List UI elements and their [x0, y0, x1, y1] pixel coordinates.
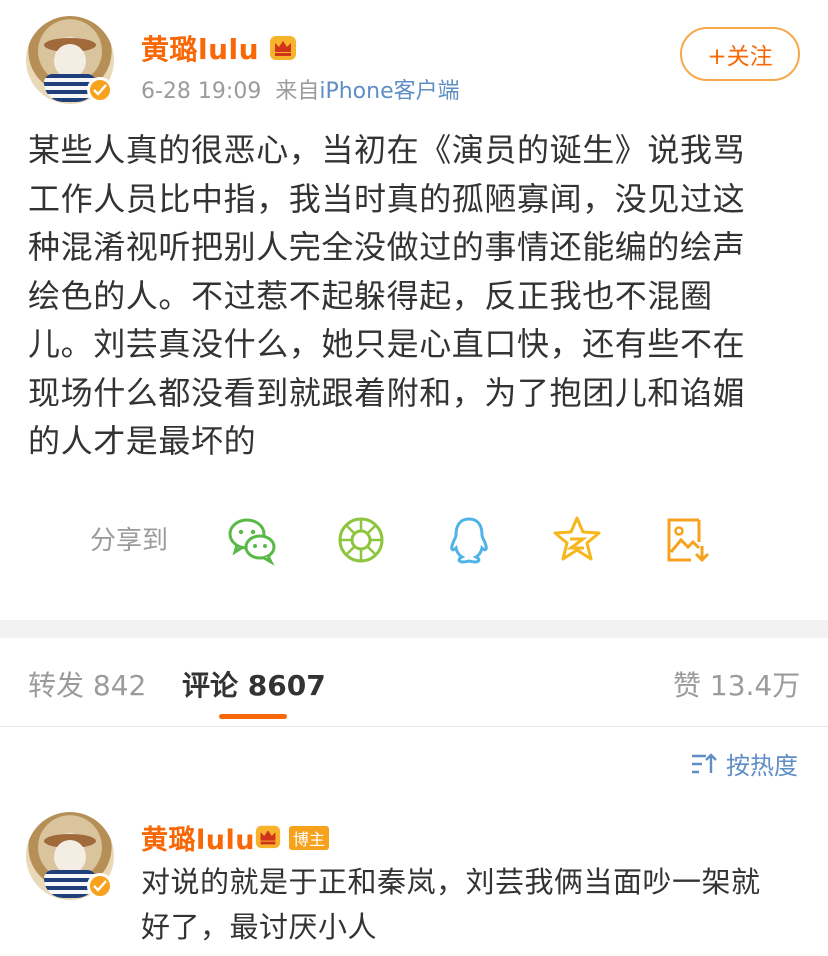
wechat-icon[interactable] — [226, 514, 278, 566]
tab-likes[interactable]: 赞 13.4万 — [673, 664, 800, 704]
post-time: 6-28 19:09 — [141, 79, 262, 104]
section-divider — [0, 620, 828, 638]
tab-comments[interactable]: 评论 8607 — [182, 664, 326, 704]
blogger-tag: 博主 — [289, 826, 330, 850]
follow-button[interactable]: +关注 — [680, 27, 800, 81]
comment-line: 好了，最讨厌小人 — [141, 910, 378, 944]
comment-text: 对说的就是于正和秦岚，刘芸我俩当面吵一架就 好了，最讨厌小人 — [141, 860, 801, 950]
tabs-divider — [0, 726, 828, 727]
post-text: 某些人真的很恶心，当初在《演员的诞生》说我骂 工作人员比中指，我当时真的孤陋寡闻… — [28, 126, 803, 466]
sort-by-hot-button[interactable]: 按热度 — [690, 746, 798, 781]
post-meta: 6-28 19:09 来自iPhone客户端 — [141, 73, 460, 105]
post-line: 的人才是最坏的 — [28, 422, 257, 460]
sort-icon — [692, 752, 717, 773]
comment-line: 对说的就是于正和秦岚，刘芸我俩当面吵一架就 — [141, 865, 761, 899]
save-image-icon[interactable] — [661, 514, 713, 566]
post-line: 绘色的人。不过惹不起躲得起，反正我也不混圈 — [28, 276, 713, 315]
post-line: 某些人真的很恶心，当初在《演员的诞生》说我骂 — [28, 131, 746, 169]
share-label: 分享到 — [90, 526, 169, 556]
tab-reposts[interactable]: 转发 842 — [28, 664, 146, 704]
weibo-post-page: 黄璐lulu 6-28 19:09 来自iPhone客户端 +关注 某些人真的很… — [0, 0, 828, 956]
post-line: 现场什么都没看到就跟着附和，为了抱团儿和谄媚 — [28, 373, 746, 412]
qzone-icon[interactable] — [551, 514, 603, 566]
vip-crown-icon — [270, 36, 296, 60]
source-prefix: 来自 — [275, 79, 320, 104]
comment-verified-badge-icon — [87, 873, 113, 899]
post-source-link[interactable]: iPhone客户端 — [319, 79, 459, 104]
moments-icon[interactable] — [335, 514, 387, 566]
comment-vip-crown-icon — [255, 825, 281, 849]
comment-username[interactable]: 黄璐lulu — [141, 818, 255, 857]
active-tab-indicator — [219, 714, 287, 719]
sort-label: 按热度 — [726, 752, 798, 780]
qq-icon[interactable] — [443, 514, 495, 566]
verified-badge-icon — [87, 77, 113, 103]
post-username[interactable]: 黄璐lulu — [141, 28, 259, 68]
post-line: 种混淆视听把别人完全没做过的事情还能编的绘声 — [28, 228, 746, 266]
post-line: 工作人员比中指，我当时真的孤陋寡闻，没见过这 — [28, 179, 746, 218]
post-line: 儿。刘芸真没什么，她只是心直口快，还有些不在 — [28, 325, 746, 363]
